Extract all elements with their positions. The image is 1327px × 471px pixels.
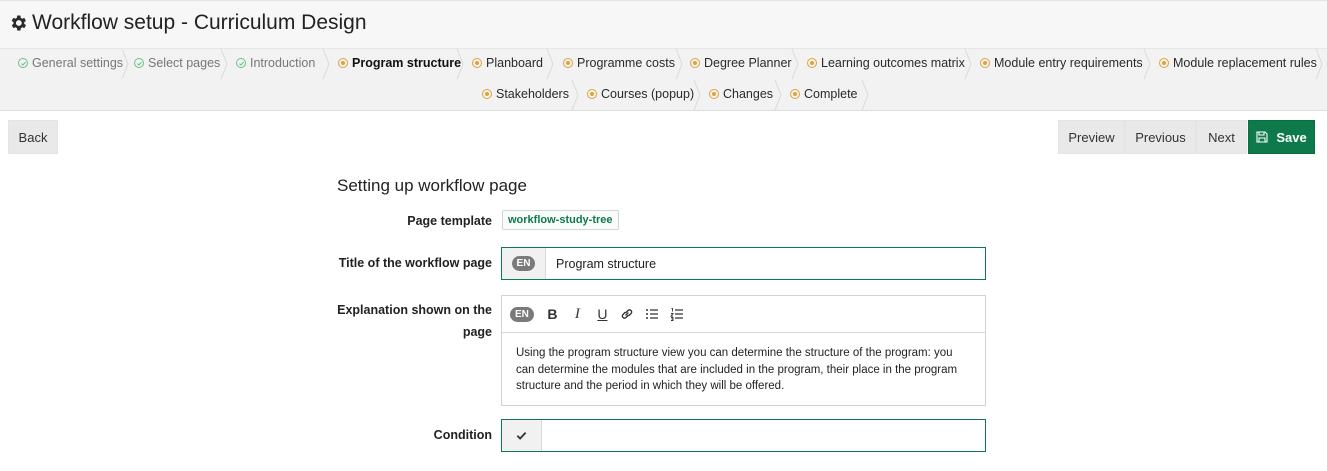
pending-circle-icon: [563, 58, 573, 68]
pending-circle-icon: [690, 58, 700, 68]
step-module-entry-requirements[interactable]: Module entry requirements: [980, 49, 1143, 77]
page-title: Workflow setup - Curriculum Design: [8, 11, 367, 35]
pending-circle-icon: [1159, 58, 1169, 68]
step-label: Module entry requirements: [994, 56, 1143, 70]
step-separator: [791, 49, 799, 79]
explanation-label-line2: page: [462, 325, 492, 339]
pending-circle-icon: [472, 58, 482, 68]
save-button-label: Save: [1276, 129, 1307, 145]
preview-button[interactable]: Preview: [1058, 120, 1125, 154]
pending-circle-icon: [482, 89, 492, 99]
bold-icon[interactable]: B: [540, 303, 565, 325]
pending-circle-icon: [790, 89, 800, 99]
check-circle-icon: [134, 58, 144, 68]
page-template-tag: workflow-study-tree: [502, 210, 619, 230]
condition-label: Condition: [433, 428, 492, 442]
step-label: Introduction: [250, 56, 316, 70]
step-label: Programme costs: [577, 56, 675, 70]
editor-toolbar: EN B I U: [502, 296, 985, 333]
step-general-settings[interactable]: General settings: [18, 49, 123, 77]
title-field: EN: [501, 247, 986, 280]
explanation-label-line1: Explanation shown on the: [337, 303, 492, 317]
back-button[interactable]: Back: [8, 120, 58, 154]
step-label: Planboard: [486, 56, 543, 70]
step-label: Courses (popup): [601, 87, 695, 101]
step-separator: [1143, 49, 1151, 79]
check-circle-icon: [18, 58, 28, 68]
gear-icon: [11, 15, 27, 31]
step-separator: [964, 49, 972, 79]
condition-input[interactable]: [542, 420, 985, 451]
step-label: General settings: [32, 56, 124, 70]
language-badge[interactable]: EN: [510, 306, 534, 322]
title-label: Title of the workflow page: [338, 256, 492, 270]
next-button[interactable]: Next: [1196, 120, 1247, 154]
save-icon: [1256, 131, 1268, 143]
step-introduction[interactable]: Introduction: [236, 49, 315, 77]
step-separator: [220, 49, 228, 79]
step-label: Program structure: [352, 56, 462, 70]
step-separator: [774, 80, 782, 110]
language-selector[interactable]: EN: [502, 248, 546, 279]
step-label: Module replacement rules: [1173, 56, 1317, 70]
step-planboard[interactable]: Planboard: [472, 49, 543, 77]
title-input[interactable]: [546, 248, 985, 279]
step-programme-costs[interactable]: Programme costs: [563, 49, 675, 77]
bullet-list-icon[interactable]: [640, 303, 665, 325]
language-badge: EN: [511, 256, 536, 271]
pending-circle-icon: [709, 89, 719, 99]
step-label: Degree Planner: [704, 56, 792, 70]
step-module-replacement-rules[interactable]: Module replacement rules: [1159, 49, 1317, 77]
numbered-list-icon[interactable]: [665, 303, 690, 325]
step-label: Changes: [723, 87, 774, 101]
explanation-text[interactable]: Using the program structure view you can…: [502, 333, 985, 407]
step-degree-planner[interactable]: Degree Planner: [690, 49, 792, 77]
step-separator: [546, 49, 554, 79]
step-separator: [571, 80, 579, 110]
step-separator: [121, 49, 129, 79]
step-learning-outcomes-matrix[interactable]: Learning outcomes matrix: [807, 49, 965, 77]
underline-icon[interactable]: U: [590, 303, 615, 325]
step-separator: [675, 49, 683, 79]
step-program-structure[interactable]: Program structure: [338, 49, 461, 77]
pending-circle-icon: [587, 89, 597, 99]
header-bar: Workflow setup - Curriculum Design: [0, 0, 1327, 48]
step-separator: [322, 49, 330, 79]
section-title: Setting up workflow page: [337, 176, 527, 195]
step-label: Stakeholders: [496, 87, 569, 101]
page-template-label: Page template: [407, 214, 492, 228]
step-separator: [693, 80, 701, 110]
step-stakeholders[interactable]: Stakeholders: [482, 80, 569, 108]
explanation-label: Explanation shown on the page: [300, 299, 492, 343]
step-select-pages[interactable]: Select pages: [134, 49, 220, 77]
link-icon[interactable]: [615, 303, 640, 325]
step-separator: [861, 80, 869, 110]
workflow-steps: General settings Select pages Introducti…: [0, 48, 1327, 111]
previous-button[interactable]: Previous: [1125, 120, 1196, 154]
explanation-editor: EN B I U Using the program structure vie…: [501, 295, 986, 406]
page-title-text: Workflow setup - Curriculum Design: [32, 11, 367, 34]
pending-circle-icon: [338, 58, 348, 68]
pending-circle-icon: [807, 58, 817, 68]
checkmark-icon[interactable]: [502, 420, 542, 451]
save-button[interactable]: Save: [1248, 120, 1315, 154]
step-complete[interactable]: Complete: [790, 80, 858, 108]
step-changes[interactable]: Changes: [709, 80, 773, 108]
step-label: Complete: [804, 87, 858, 101]
step-separator: [1315, 49, 1323, 79]
condition-field: [501, 419, 986, 452]
check-circle-icon: [236, 58, 246, 68]
italic-icon[interactable]: I: [565, 303, 590, 325]
step-separator: [456, 49, 464, 79]
step-label: Select pages: [148, 56, 221, 70]
step-courses-popup[interactable]: Courses (popup): [587, 80, 694, 108]
pending-circle-icon: [980, 58, 990, 68]
step-label: Learning outcomes matrix: [821, 56, 965, 70]
